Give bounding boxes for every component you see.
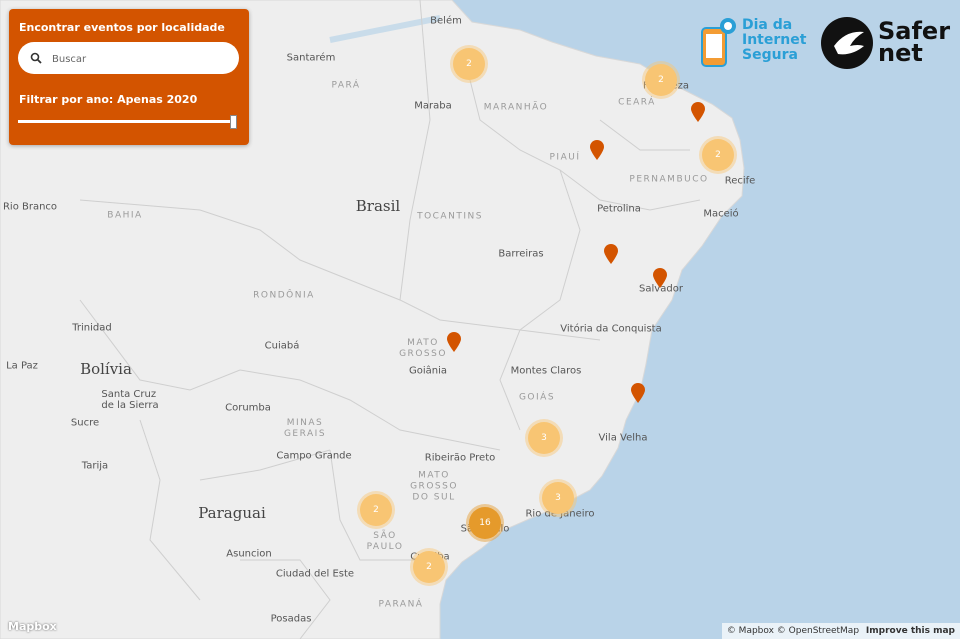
search-box[interactable] — [18, 42, 239, 74]
safernet-logo[interactable]: Safer net — [820, 16, 951, 72]
event-cluster[interactable]: 2 — [413, 551, 445, 583]
event-pin-icon[interactable] — [652, 268, 668, 288]
country-label: Bolívia — [80, 360, 132, 378]
search-input[interactable] — [50, 48, 234, 70]
state-label: SÃO PAULO — [366, 531, 404, 552]
search-icon — [30, 52, 42, 64]
dia-internet-segura-text: Dia da Internet Segura — [742, 17, 807, 63]
event-pin-icon[interactable] — [446, 332, 462, 352]
city-label: Ciudad del Este — [275, 568, 355, 580]
city-label: Cuiabá — [264, 340, 300, 352]
city-label: Vila Velha — [598, 432, 648, 444]
state-label: MARANHÃO — [483, 102, 549, 113]
city-label: Montes Claros — [510, 365, 582, 377]
safernet-wing-icon — [821, 17, 873, 69]
event-cluster[interactable]: 2 — [702, 139, 734, 171]
city-label: Recife — [724, 175, 756, 187]
dia-internet-segura-logo[interactable]: Dia da Internet Segura — [694, 16, 807, 72]
mapbox-logo[interactable]: Mapbox — [8, 620, 57, 633]
city-label: La Paz — [6, 360, 38, 372]
state-label: MATO GROSSO DO SUL — [410, 470, 458, 503]
city-label: Santarém — [286, 52, 336, 64]
event-pin-icon[interactable] — [603, 244, 619, 264]
state-label: TOCANTINS — [417, 211, 483, 222]
state-label: BAHIA — [107, 210, 143, 221]
state-label: PARÁ — [331, 80, 361, 91]
city-label: Ribeirão Preto — [424, 452, 496, 464]
year-slider-handle[interactable] — [230, 115, 237, 129]
state-label: PERNAMBUCO — [629, 174, 709, 185]
state-label: PARANÁ — [378, 599, 424, 610]
event-cluster[interactable]: 2 — [645, 64, 677, 96]
event-cluster[interactable]: 2 — [453, 48, 485, 80]
country-label: Paraguai — [198, 504, 266, 522]
state-label: MINAS GERAIS — [283, 418, 327, 439]
event-pin-icon[interactable] — [589, 140, 605, 160]
city-label: Asuncion — [226, 548, 272, 560]
event-cluster[interactable]: 2 — [360, 494, 392, 526]
city-label: Petrolina — [597, 203, 641, 215]
city-label: Campo Grande — [276, 450, 352, 462]
state-label: RONDÔNIA — [253, 290, 315, 301]
year-filter-label: Filtrar por ano: Apenas 2020 — [19, 93, 198, 106]
city-label: Vitória da Conquista — [560, 323, 662, 335]
phone-logo-icon — [701, 18, 736, 67]
event-pin-icon[interactable] — [630, 383, 646, 403]
safernet-text: Safer net — [878, 17, 951, 67]
event-cluster[interactable]: 3 — [528, 422, 560, 454]
state-label: CEARÁ — [618, 97, 656, 108]
city-label: Corumba — [225, 402, 271, 414]
event-cluster[interactable]: 3 — [542, 482, 574, 514]
city-label: Posadas — [270, 613, 312, 625]
city-label: Santa Cruz de la Sierra — [101, 389, 159, 411]
city-label: Sucre — [70, 417, 100, 429]
panel-title: Encontrar eventos por localidade — [19, 21, 225, 34]
city-label: Maraba — [414, 100, 452, 112]
event-cluster[interactable]: 16 — [469, 507, 501, 539]
improve-map-link[interactable]: Improve this map — [866, 626, 955, 636]
year-slider-track[interactable] — [18, 120, 236, 123]
country-label: Brasil — [355, 197, 401, 215]
event-pin-icon[interactable] — [690, 102, 706, 122]
state-label: GOIÁS — [518, 392, 556, 403]
city-label: Trinidad — [72, 322, 112, 334]
city-label: Goiânia — [408, 365, 448, 377]
city-label: Tarija — [81, 460, 109, 472]
attribution-text[interactable]: © Mapbox © OpenStreetMap — [727, 626, 859, 636]
city-label: Maceió — [703, 208, 739, 220]
city-label: Barreiras — [498, 248, 544, 260]
state-label: PIAUÍ — [549, 152, 581, 163]
state-label: MATO GROSSO — [399, 338, 447, 359]
city-label: Rio Branco — [2, 201, 58, 213]
attribution-bar: © Mapbox © OpenStreetMap Improve this ma… — [721, 623, 960, 639]
filter-panel: Encontrar eventos por localidade Filtrar… — [9, 9, 249, 145]
city-label: Belém — [430, 15, 462, 27]
